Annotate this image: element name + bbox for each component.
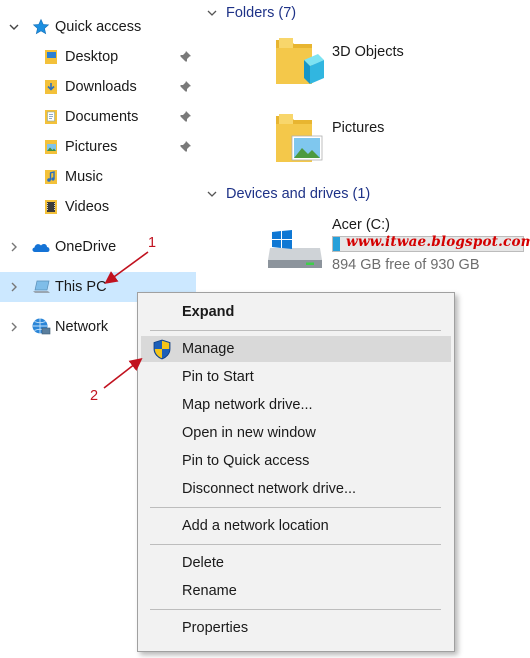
documents-folder-icon: [42, 108, 60, 126]
star-icon: [32, 18, 50, 36]
nav-label: Desktop: [65, 49, 119, 65]
menu-item-label: Manage: [182, 341, 235, 357]
pin-icon[interactable]: [178, 50, 192, 64]
nav-item-downloads[interactable]: Downloads: [0, 72, 196, 102]
menu-item-map-network-drive[interactable]: Map network drive...: [141, 392, 451, 418]
menu-item-delete[interactable]: Delete: [141, 550, 451, 576]
annotation-step-2: 2: [90, 388, 99, 404]
chevron-right-icon[interactable]: [8, 321, 20, 333]
3d-objects-folder-icon: [276, 38, 324, 84]
nav-label: This PC: [55, 279, 107, 295]
menu-item-rename[interactable]: Rename: [141, 578, 451, 604]
folder-tile-3d-objects[interactable]: [270, 34, 326, 90]
nav-label: Music: [65, 169, 103, 185]
menu-item-manage[interactable]: Manage: [141, 336, 451, 362]
menu-item-label: Pin to Start: [182, 369, 254, 385]
menu-item-label: Map network drive...: [182, 397, 313, 413]
menu-item-expand[interactable]: Expand: [141, 299, 451, 325]
cloud-icon: [30, 238, 52, 256]
menu-item-label: Add a network location: [182, 518, 329, 534]
chevron-down-icon[interactable]: [206, 7, 218, 19]
drive-tile-acer-c[interactable]: [266, 226, 326, 272]
desktop-folder-icon: [42, 48, 60, 66]
devices-header-label: Devices and drives (1): [226, 186, 371, 202]
chevron-right-icon[interactable]: [8, 241, 20, 253]
music-folder-icon: [42, 168, 60, 186]
drive-label: Acer (C:): [332, 217, 390, 233]
chevron-down-icon[interactable]: [206, 188, 218, 200]
pictures-folder-icon: [42, 138, 60, 156]
menu-item-label: Expand: [182, 304, 235, 320]
nav-item-documents[interactable]: Documents: [0, 102, 196, 132]
menu-item-pin-to-start[interactable]: Pin to Start: [141, 364, 451, 390]
nav-item-desktop[interactable]: Desktop: [0, 42, 196, 72]
downloads-folder-icon: [42, 78, 60, 96]
pin-icon[interactable]: [178, 140, 192, 154]
folders-header-label: Folders (7): [226, 5, 297, 21]
nav-item-pictures[interactable]: Pictures: [0, 132, 196, 162]
menu-separator: [150, 544, 441, 545]
pin-icon[interactable]: [178, 80, 192, 94]
menu-item-properties[interactable]: Properties: [141, 615, 451, 641]
folder-label: Pictures: [332, 120, 385, 136]
menu-item-add-network-location[interactable]: Add a network location: [141, 513, 451, 539]
folders-group-header[interactable]: Folders (7): [206, 1, 296, 25]
context-menu: Expand Manage Pin to Start Map network d…: [137, 292, 455, 652]
menu-item-label: Pin to Quick access: [182, 453, 310, 469]
menu-item-pin-to-quick-access[interactable]: Pin to Quick access: [141, 448, 451, 474]
nav-label: Downloads: [65, 79, 137, 95]
annotation-step-1: 1: [148, 235, 157, 251]
chevron-down-icon[interactable]: [8, 21, 20, 33]
devices-group-header[interactable]: Devices and drives (1): [206, 182, 370, 206]
menu-separator: [150, 609, 441, 610]
nav-label: Network: [55, 319, 109, 335]
watermark-text: www.itwae.blogspot.com: [346, 234, 530, 250]
videos-folder-icon: [42, 198, 60, 216]
pin-icon[interactable]: [178, 110, 192, 124]
network-icon: [30, 317, 52, 335]
nav-label: Pictures: [65, 139, 118, 155]
computer-icon: [31, 278, 53, 296]
nav-label: Quick access: [55, 19, 142, 35]
menu-item-open-new-window[interactable]: Open in new window: [141, 420, 451, 446]
menu-item-disconnect-network-drive[interactable]: Disconnect network drive...: [141, 476, 451, 502]
menu-item-label: Rename: [182, 583, 237, 599]
folder-label: 3D Objects: [332, 44, 404, 60]
nav-item-music[interactable]: Music: [0, 162, 196, 192]
nav-label: OneDrive: [55, 239, 117, 255]
drive-free-space: 894 GB free of 930 GB: [332, 257, 480, 273]
nav-quick-access[interactable]: Quick access: [0, 12, 196, 42]
chevron-right-icon[interactable]: [8, 281, 20, 293]
drive-usage-fill: [333, 237, 341, 251]
nav-label: Documents: [65, 109, 139, 125]
menu-item-label: Properties: [182, 620, 249, 636]
uac-shield-icon: [152, 339, 172, 360]
nav-label: Videos: [65, 199, 110, 215]
menu-item-label: Disconnect network drive...: [182, 481, 357, 497]
menu-separator: [150, 507, 441, 508]
menu-item-label: Delete: [182, 555, 224, 571]
folder-tile-pictures[interactable]: [270, 110, 326, 166]
windows-drive-icon: [268, 230, 322, 268]
pictures-folder-icon: [276, 114, 323, 162]
nav-item-videos[interactable]: Videos: [0, 192, 196, 222]
menu-item-label: Open in new window: [182, 425, 316, 441]
menu-separator: [150, 330, 441, 331]
nav-onedrive[interactable]: OneDrive: [0, 232, 196, 262]
